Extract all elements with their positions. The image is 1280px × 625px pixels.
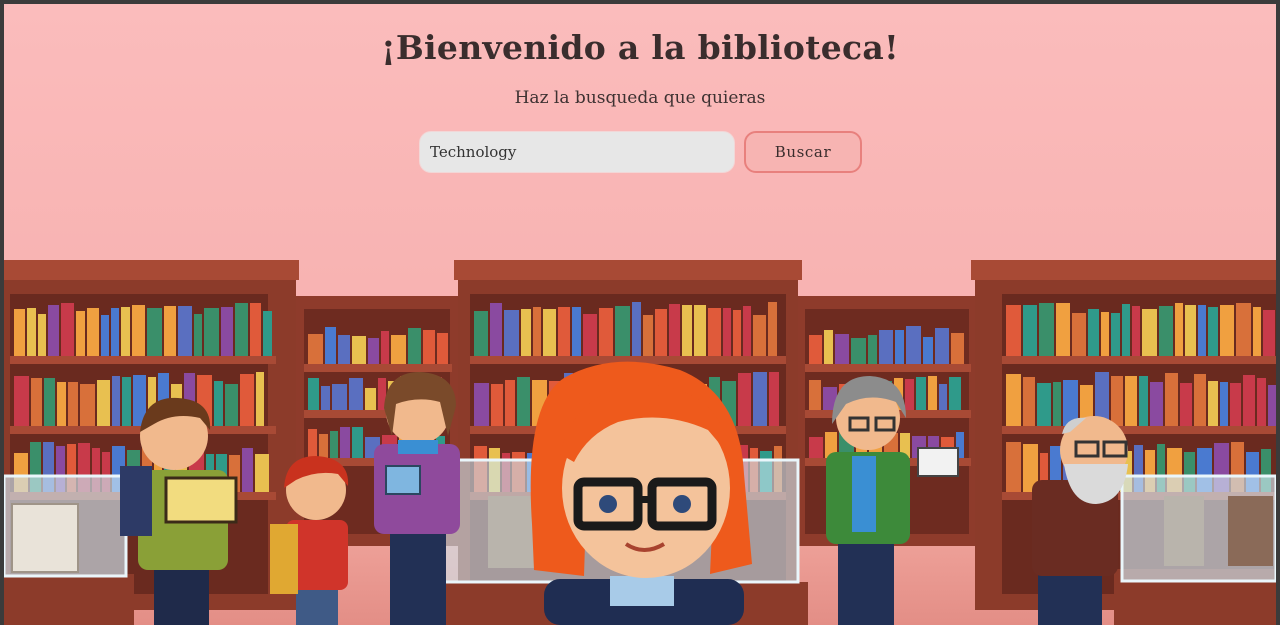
page-subtitle: Haz la busqueda que quieras — [514, 88, 766, 108]
search-input[interactable] — [419, 131, 735, 173]
browser-frame: ¡Bienvenido a la biblioteca! Haz la busq… — [0, 0, 1280, 625]
search-button[interactable]: Buscar — [744, 131, 862, 173]
page-title: ¡Bienvenido a la biblioteca! — [381, 28, 899, 67]
display-case-right — [1114, 474, 1276, 625]
search-header: ¡Bienvenido a la biblioteca! Haz la busq… — [4, 4, 1276, 204]
main-girl-character — [530, 361, 752, 625]
display-case-left — [4, 474, 134, 625]
